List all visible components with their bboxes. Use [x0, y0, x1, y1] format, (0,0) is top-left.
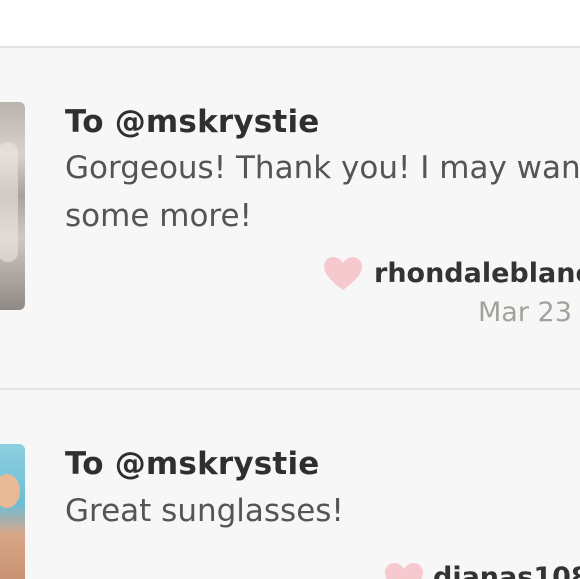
comment-date: Mar 23	[478, 297, 572, 328]
recipient-label: To @mskrystie	[65, 104, 320, 140]
author-username[interactable]: rhondaleblanc	[374, 258, 580, 289]
recipient-label: To @mskrystie	[65, 446, 320, 482]
comments-feed: To @mskrystie Gorgeous! Thank you! I may…	[0, 0, 580, 579]
comment-text-line: Great sunglasses!	[65, 493, 344, 529]
heart-icon[interactable]	[384, 562, 424, 579]
author-username[interactable]: dianas108	[433, 562, 580, 579]
comment-card	[0, 390, 580, 579]
avatar[interactable]	[0, 102, 25, 310]
previous-card-bottom	[0, 0, 580, 46]
avatar[interactable]	[0, 444, 25, 579]
heart-icon[interactable]	[323, 256, 363, 292]
comment-text-line: some more!	[65, 198, 252, 234]
comment-text-line: Gorgeous! Thank you! I may wan	[65, 150, 580, 186]
